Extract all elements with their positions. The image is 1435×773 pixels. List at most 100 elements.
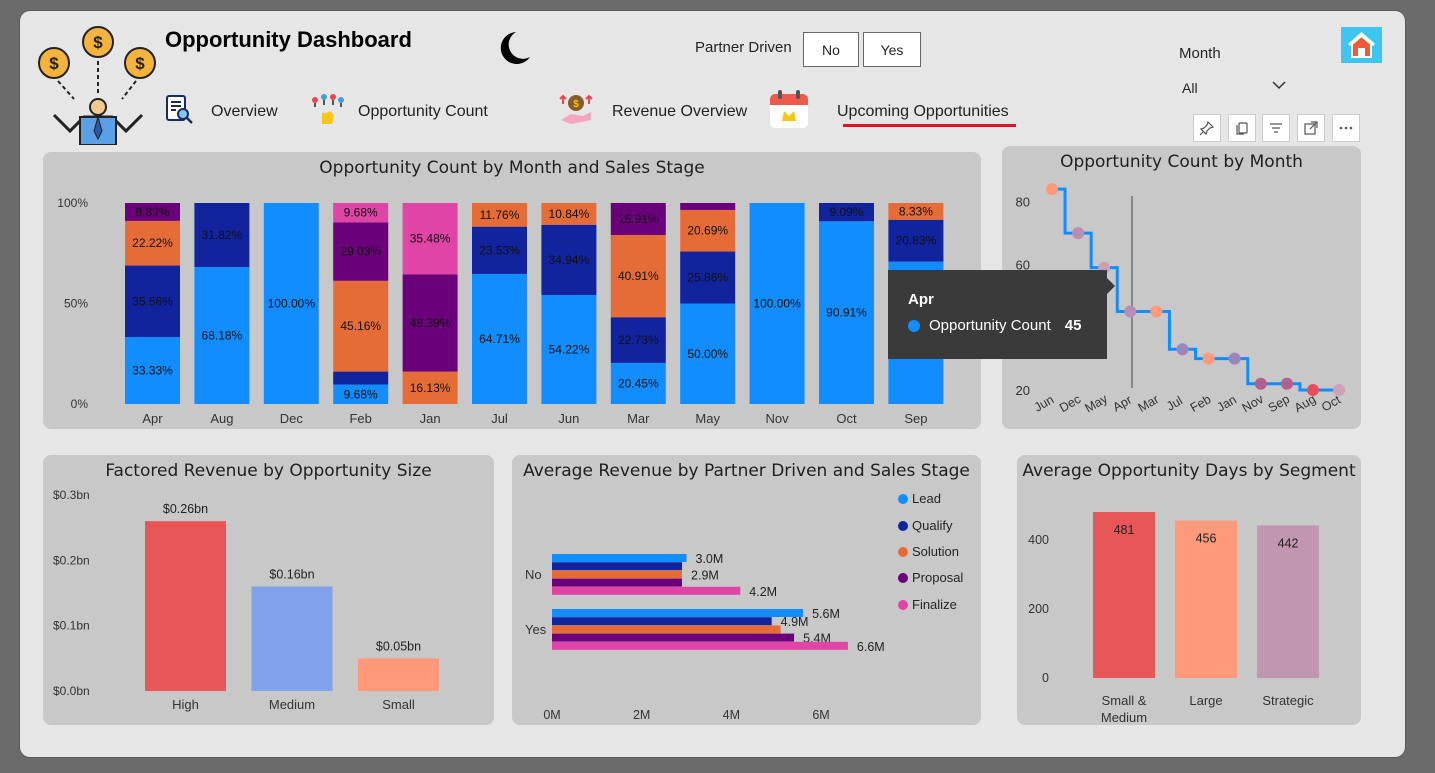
bar xyxy=(552,578,683,587)
filter-icon[interactable] xyxy=(1262,114,1290,142)
legend-item[interactable]: Lead xyxy=(898,491,941,506)
data-point xyxy=(1046,183,1058,196)
avg-days-card[interactable]: Average Opportunity Days by Segment 0 200… xyxy=(1017,455,1361,725)
avg-days-chart[interactable]: 0 200 400 481 456 442 Small & Medium Large Strate… xyxy=(1017,455,1361,725)
data-label: 40.91% xyxy=(618,269,659,283)
data-label: 10.84% xyxy=(549,207,590,221)
data-label: 481 xyxy=(1114,523,1135,537)
y-tick-label: $0.2bn xyxy=(53,553,90,567)
data-label: 25.86% xyxy=(687,271,728,285)
legend-item[interactable]: Solution xyxy=(898,544,959,559)
nav-revenue-overview[interactable]: $ Revenue Overview xyxy=(557,90,747,133)
x-tick-label: Large xyxy=(1189,693,1222,708)
legend-dot xyxy=(898,599,908,610)
data-label: 35.56% xyxy=(132,294,173,308)
bar xyxy=(552,554,687,562)
bar xyxy=(552,625,781,634)
bar xyxy=(552,562,683,571)
avg-revenue-card[interactable]: Average Revenue by Partner Driven and Sa… xyxy=(512,455,981,725)
data-label: $0.16bn xyxy=(269,567,314,581)
data-label: 456 xyxy=(1196,532,1217,546)
bar xyxy=(552,570,683,579)
bar xyxy=(552,617,772,626)
y-tick-label: No xyxy=(525,567,542,582)
x-tick-label: Sep xyxy=(1266,392,1292,415)
data-label: 22.73% xyxy=(618,333,659,347)
legend-label: Lead xyxy=(912,491,941,506)
partner-yes-button[interactable]: Yes xyxy=(863,32,921,67)
x-tick-label: Jul xyxy=(1164,393,1185,413)
y-tick-label: 100% xyxy=(57,196,88,210)
data-label: 100.00% xyxy=(268,297,316,311)
moon-icon[interactable] xyxy=(494,29,534,69)
data-point xyxy=(1280,377,1293,390)
legend-item[interactable]: Qualify xyxy=(898,518,952,533)
x-tick-label: 6M xyxy=(812,708,829,722)
data-label: 11.76% xyxy=(480,208,520,222)
data-label: 33.33% xyxy=(132,364,173,378)
stacked-chart-card[interactable]: Opportunity Count by Month and Sales Sta… xyxy=(43,152,981,429)
y-tick-label: 200 xyxy=(1028,602,1049,616)
nav-overview-label: Overview xyxy=(211,102,278,120)
data-label: 34.94% xyxy=(549,253,590,267)
bar xyxy=(552,609,804,617)
calendar-icon xyxy=(767,87,811,136)
data-label: 442 xyxy=(1278,536,1299,550)
legend-label: Proposal xyxy=(912,570,964,585)
data-label: 4.2M xyxy=(749,585,777,599)
x-tick-label: Medium xyxy=(269,697,315,712)
data-label: $0.05bn xyxy=(376,639,421,653)
bar-segment xyxy=(333,371,389,385)
focus-mode-icon[interactable] xyxy=(1297,114,1325,142)
legend-item[interactable]: Finalize xyxy=(898,597,957,612)
y-tick-label: Yes xyxy=(525,622,547,637)
factored-revenue-card[interactable]: Factored Revenue by Opportunity Size $0.… xyxy=(43,455,494,725)
data-label: 68.18% xyxy=(202,328,243,342)
nav-overview[interactable]: Overview xyxy=(163,93,278,130)
nav-upcoming-opportunities-label: Upcoming Opportunities xyxy=(837,102,1009,120)
svg-text:$: $ xyxy=(573,99,579,110)
data-label: 15.91% xyxy=(618,212,659,226)
partner-driven-label: Partner Driven xyxy=(695,39,792,56)
factored-revenue-chart[interactable]: $0.0bn $0.1bn $0.2bn $0.3bn $0.26bn High $0.16… xyxy=(43,455,494,725)
report-canvas: $ $ $ Opportunity Dashboard Partner Driv… xyxy=(20,11,1405,757)
data-label: 8.33% xyxy=(899,204,933,218)
x-tick-label: Oct xyxy=(836,411,857,426)
x-tick-label: Dec xyxy=(1057,392,1083,415)
legend-item[interactable]: Proposal xyxy=(898,570,963,585)
stacked-chart[interactable]: 0% 50% 100% 33.33% 35.56% 22.22% 8.89% Apr 68.18… xyxy=(43,152,981,429)
legend-dot xyxy=(898,520,908,531)
x-tick-label: Jun xyxy=(1032,392,1056,414)
home-icon[interactable] xyxy=(1341,27,1382,63)
data-point xyxy=(1228,352,1241,365)
y-tick-label: $0.1bn xyxy=(53,619,90,633)
data-label: 20.45% xyxy=(618,376,659,390)
copy-icon[interactable] xyxy=(1228,114,1256,142)
data-label: 100.00% xyxy=(753,297,801,311)
legend-label: Solution xyxy=(912,544,959,559)
partner-no-button[interactable]: No xyxy=(803,32,859,67)
x-tick-label: Apr xyxy=(142,411,163,426)
data-label: 54.22% xyxy=(549,343,590,357)
legend-dot xyxy=(898,572,908,583)
x-tick-label: Apr xyxy=(1110,393,1134,415)
data-label: 9.68% xyxy=(344,387,378,401)
nav-opportunity-count[interactable]: Opportunity Count xyxy=(308,91,488,132)
bar xyxy=(358,658,439,691)
data-label: 90.91% xyxy=(826,306,867,320)
x-tick-label: Nov xyxy=(766,411,790,426)
y-tick-label: 0% xyxy=(71,397,89,411)
tooltip-month: Apr xyxy=(908,291,934,308)
tooltip-row: Opportunity Count 45 xyxy=(908,317,1081,334)
x-tick-label: Jan xyxy=(420,411,441,426)
more-options-icon[interactable] xyxy=(1332,114,1360,142)
month-dropdown[interactable]: All xyxy=(1178,75,1293,101)
nav-upcoming-opportunities[interactable]: Upcoming Opportunities xyxy=(767,87,1009,136)
x-tick-label: Jul xyxy=(491,411,508,426)
pin-icon[interactable] xyxy=(1193,114,1221,142)
bar-segment xyxy=(680,203,736,210)
data-point xyxy=(1150,305,1163,318)
x-tick-label: Mar xyxy=(1136,392,1162,415)
x-tick-label: May xyxy=(695,411,720,426)
x-tick-label: High xyxy=(172,697,199,712)
